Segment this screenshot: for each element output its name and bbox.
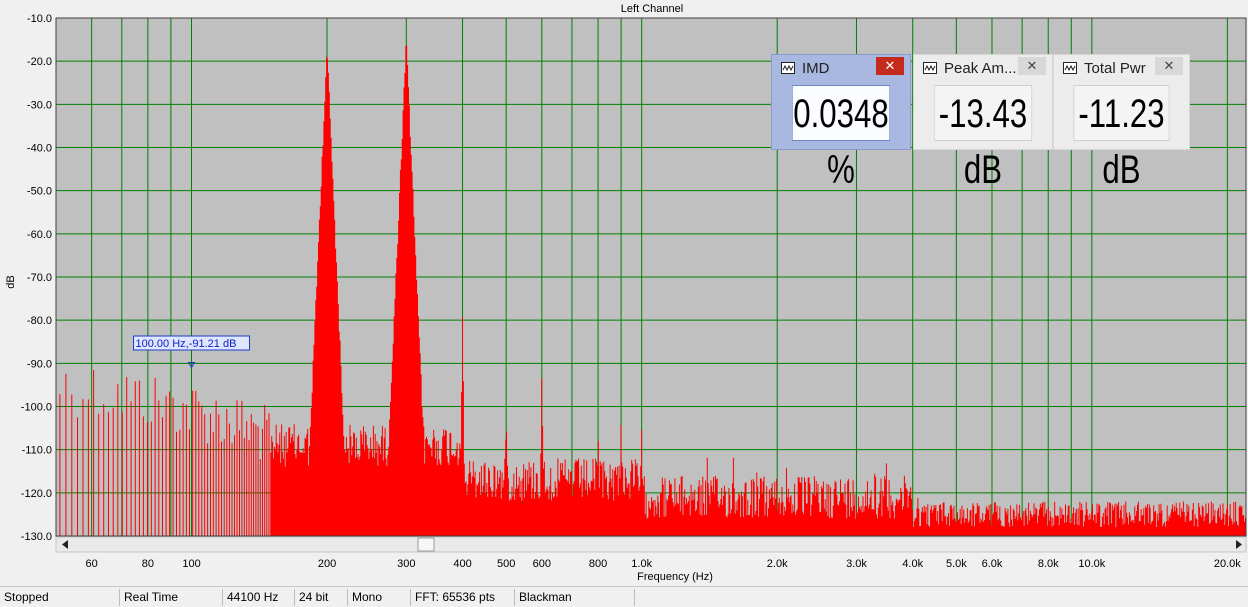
y-axis-label: dB <box>5 275 17 288</box>
status-cell: 44100 Hz <box>223 589 295 606</box>
x-tick-label: 10.0k <box>1078 558 1105 570</box>
chart-title: Left Channel <box>621 3 683 15</box>
x-tick-label: 80 <box>142 558 154 570</box>
meter-header[interactable]: Peak Am... ✕ <box>914 55 1052 81</box>
meter-panel[interactable]: IMD ✕ 0.0348 % <box>771 54 911 192</box>
status-cell: 24 bit <box>295 589 348 606</box>
x-tick-label: 800 <box>589 558 607 570</box>
x-tick-label: 400 <box>453 558 471 570</box>
meter-value: -11.23 dB <box>1073 85 1170 192</box>
y-tick-label: -110.0 <box>22 445 52 457</box>
x-tick-label: 60 <box>86 558 98 570</box>
y-tick-label: -60.0 <box>27 229 52 241</box>
meter-title: IMD <box>802 60 830 77</box>
y-tick-label: -20.0 <box>27 56 52 68</box>
meter-panel[interactable]: Peak Am... ✕ -13.43 dB <box>913 54 1053 192</box>
meter-panel[interactable]: Total Pwr ✕ -11.23 dB <box>1053 54 1190 192</box>
marker-label: 100.00 Hz,-91.21 dB <box>136 338 237 350</box>
x-tick-label: 6.0k <box>982 558 1003 570</box>
y-tick-label: -30.0 <box>27 99 52 111</box>
waveform-icon <box>781 62 795 74</box>
x-tick-label: 3.0k <box>846 558 867 570</box>
x-tick-label: 20.0k <box>1214 558 1241 570</box>
status-cell: Blackman <box>515 589 635 606</box>
y-tick-label: -120.0 <box>21 488 52 500</box>
y-tick-label: -80.0 <box>27 315 52 327</box>
x-tick-label: 1.0k <box>631 558 652 570</box>
x-tick-label: 8.0k <box>1038 558 1059 570</box>
y-tick-label: -10.0 <box>27 13 52 25</box>
x-tick-label: 600 <box>533 558 551 570</box>
y-tick-label: -50.0 <box>27 186 52 198</box>
close-icon[interactable]: ✕ <box>876 57 904 75</box>
x-tick-label: 4.0k <box>902 558 923 570</box>
meter-title: Total Pwr <box>1084 60 1146 77</box>
y-tick-label: -90.0 <box>27 358 52 370</box>
horizontal-scrollbar[interactable] <box>55 536 1247 553</box>
scrollbar-thumb[interactable] <box>417 537 435 552</box>
y-tick-label: -70.0 <box>27 272 52 284</box>
y-tick-label: -130.0 <box>21 531 52 543</box>
meter-header[interactable]: Total Pwr ✕ <box>1054 55 1189 81</box>
x-axis-ticks: 60 80 100 200 300 400 500 600 800 1.0k 2.0k 3.0k 4.0… <box>86 558 1242 570</box>
x-tick-label: 5.0k <box>946 558 967 570</box>
y-tick-label: -100.0 <box>21 402 52 414</box>
close-icon[interactable]: ✕ <box>1155 57 1183 75</box>
x-tick-label: 200 <box>318 558 336 570</box>
meter-title: Peak Am... <box>944 60 1017 77</box>
x-tick-label: 100 <box>182 558 200 570</box>
y-axis-ticks: -10.0 -20.0 -30.0 -40.0 -50.0 -60.0 -70.0 -80.0… <box>21 13 52 543</box>
meter-header[interactable]: IMD ✕ <box>772 55 910 81</box>
meter-value: 0.0348 % <box>791 85 891 192</box>
x-tick-label: 2.0k <box>767 558 788 570</box>
y-tick-label: -40.0 <box>27 143 52 155</box>
status-cell: Mono <box>348 589 411 606</box>
waveform-icon <box>923 62 937 74</box>
status-cell: FFT: 65536 pts <box>411 589 515 606</box>
status-bar: Stopped Real Time 44100 Hz 24 bit Mono FFT: 6… <box>0 586 1248 607</box>
waveform-icon <box>1063 62 1077 74</box>
x-tick-label: 500 <box>497 558 515 570</box>
status-cell: Real Time <box>120 589 223 606</box>
close-icon[interactable]: ✕ <box>1018 57 1046 75</box>
x-axis-label: Frequency (Hz) <box>637 571 713 583</box>
meter-value: -13.43 dB <box>933 85 1033 192</box>
status-cell: Stopped <box>0 589 120 606</box>
x-tick-label: 300 <box>397 558 415 570</box>
